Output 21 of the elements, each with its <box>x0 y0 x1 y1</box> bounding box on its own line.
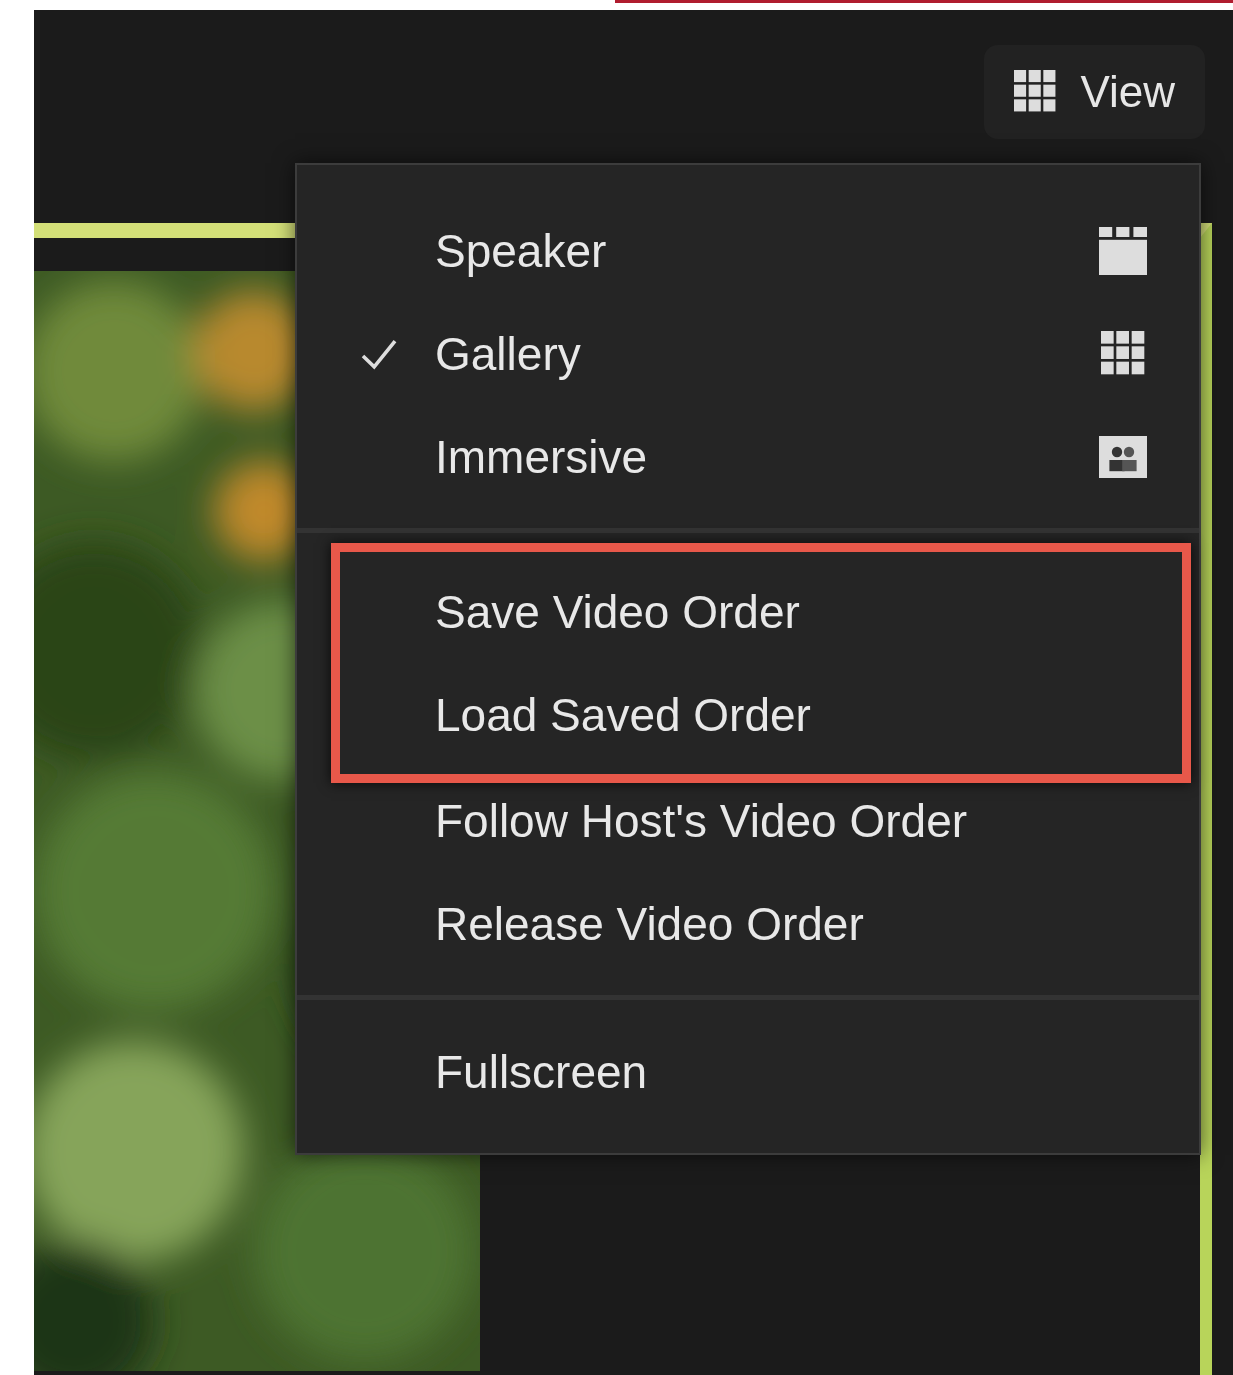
view-button[interactable]: View <box>984 45 1205 139</box>
menu-item[interactable]: Speaker <box>297 199 1199 302</box>
grid-icon <box>1101 330 1147 377</box>
speaker-view-icon <box>1099 226 1147 275</box>
menu-item[interactable]: Save Video Order <box>297 560 1182 663</box>
menu-item[interactable]: Fullscreen <box>297 1020 1199 1123</box>
menu-item[interactable]: Follow Host's Video Order <box>297 769 1199 872</box>
menu-item-label: Fullscreen <box>435 1044 649 1099</box>
menu-item-label: Gallery <box>435 326 582 381</box>
menu-item[interactable]: Gallery <box>297 302 1199 405</box>
menu-item[interactable]: Load Saved Order <box>297 663 1182 766</box>
menu-item-label: Save Video Order <box>435 584 801 639</box>
menu-item-label: Immersive <box>435 429 649 484</box>
menu-item-label: Load Saved Order <box>435 687 812 742</box>
menu-item-label: Follow Host's Video Order <box>435 793 969 848</box>
menu-item[interactable]: Immersive <box>297 405 1199 508</box>
menu-item-label: Speaker <box>435 223 608 278</box>
view-label: View <box>1080 67 1175 117</box>
people-icon <box>1099 435 1147 478</box>
menu-item-label: Release Video Order <box>435 896 865 951</box>
menu-item[interactable]: Release Video Order <box>297 872 1199 975</box>
